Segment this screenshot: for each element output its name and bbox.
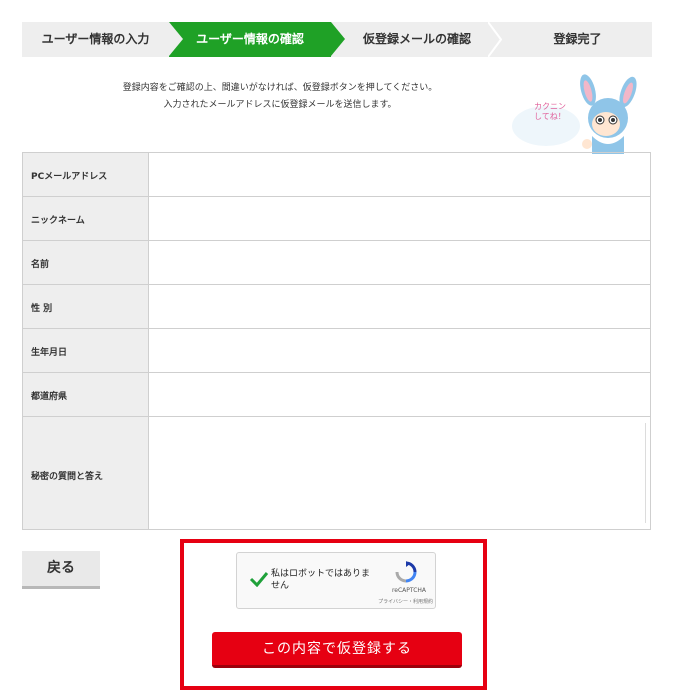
intro-line-2: 入力されたメールアドレスに仮登録メールを送信します。 xyxy=(163,100,397,110)
table-row: 性 別 xyxy=(23,285,650,329)
table-row: 生年月日 xyxy=(23,329,650,373)
step-label: 仮登録メールの確認 xyxy=(362,32,471,46)
step-temp-mail-confirm: 仮登録メールの確認 xyxy=(331,22,503,57)
step-user-confirm-active: ユーザー情報の確認 xyxy=(169,22,331,57)
row-label-nickname: ニックネーム xyxy=(31,216,85,226)
rabbit-mascot-icon xyxy=(512,74,637,154)
row-label-birthdate: 生年月日 xyxy=(31,348,68,358)
mascot-illustration: カクニン してね！ xyxy=(500,74,650,154)
back-button[interactable]: 戻る xyxy=(22,551,100,589)
intro-line-1: 登録内容をご確認の上、間違いがなければ、仮登録ボタンを押してください。 xyxy=(122,83,438,93)
table-row: 秘密の質問と答え xyxy=(23,417,650,529)
recaptcha-logo-icon xyxy=(395,561,417,587)
row-label-name: 名前 xyxy=(31,260,50,270)
row-label-secret-question: 秘密の質問と答え xyxy=(31,472,104,482)
progress-steps: ユーザー情報の入力 ユーザー情報の確認 仮登録メールの確認 登録完了 xyxy=(22,22,652,57)
recaptcha-label: 私はロボットではありません xyxy=(271,569,371,591)
recaptcha-brand: reCAPTCHA xyxy=(391,587,427,594)
recaptcha-privacy-terms-link[interactable]: プライバシー・利用規約 xyxy=(355,598,433,605)
row-label-pc-email: PCメールアドレス xyxy=(31,172,108,182)
secret-answer-scrollbar[interactable] xyxy=(645,423,646,523)
mascot-speech-text: カクニン してね！ xyxy=(534,102,566,121)
table-row: ニックネーム xyxy=(23,197,650,241)
confirmation-table: PCメールアドレス ニックネーム 名前 性 別 生年月日 都道府県 秘密の質問と… xyxy=(22,152,651,530)
row-label-prefecture: 都道府県 xyxy=(31,392,68,402)
step-label: ユーザー情報の確認 xyxy=(196,32,304,46)
step-registration-complete: 登録完了 xyxy=(503,22,652,57)
row-label-gender: 性 別 xyxy=(31,304,53,314)
step-user-input: ユーザー情報の入力 xyxy=(22,22,169,57)
table-row: PCメールアドレス xyxy=(23,153,650,197)
temp-register-submit-button[interactable]: この内容で仮登録する xyxy=(212,632,462,668)
step-label: 登録完了 xyxy=(553,32,602,46)
step-label: ユーザー情報の入力 xyxy=(41,32,150,46)
step-divider xyxy=(169,22,183,56)
intro-text: 登録内容をご確認の上、間違いがなければ、仮登録ボタンを押してください。 入力され… xyxy=(110,80,450,114)
recaptcha-widget[interactable]: 私はロボットではありません reCAPTCHA プライバシー・利用規約 xyxy=(236,552,436,609)
table-row: 名前 xyxy=(23,241,650,285)
step-divider xyxy=(488,22,502,57)
checkmark-icon[interactable] xyxy=(249,571,269,591)
table-row: 都道府県 xyxy=(23,373,650,417)
